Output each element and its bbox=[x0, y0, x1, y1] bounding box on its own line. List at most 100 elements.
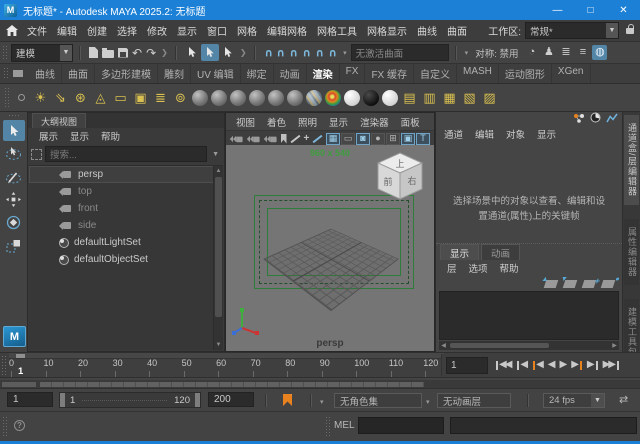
range-slider[interactable]: 1 120 bbox=[59, 392, 201, 408]
menu-item-1[interactable]: 文件 bbox=[22, 23, 52, 38]
outliner-item-persp[interactable]: persp bbox=[29, 166, 223, 183]
undo-icon[interactable]: ↶ bbox=[132, 46, 142, 60]
viewport-menu-5[interactable]: 渲染器 bbox=[354, 115, 395, 129]
dock-tab-1[interactable]: 通道盒/层编辑器 bbox=[624, 115, 639, 205]
menu-item-2[interactable]: 编辑 bbox=[52, 23, 82, 38]
shelf-tab-1[interactable]: 曲线 bbox=[29, 64, 62, 83]
maximize-button[interactable]: □ bbox=[574, 0, 607, 20]
active-surface-field[interactable]: 无激活曲面 bbox=[351, 44, 449, 61]
pan-zoom-icon[interactable]: + bbox=[304, 133, 310, 145]
snap-viewplane-icon[interactable]: ∪ bbox=[315, 47, 324, 58]
speed-graph-icon[interactable] bbox=[590, 110, 601, 128]
scrollbar-thumb[interactable] bbox=[215, 177, 222, 317]
prev-key-button[interactable]: ◀ bbox=[530, 360, 546, 370]
outliner-menu-1[interactable]: 展示 bbox=[33, 129, 64, 143]
menu-item-11[interactable]: 网格显示 bbox=[362, 23, 412, 38]
display-options-icon[interactable]: ≡ bbox=[575, 45, 590, 60]
shelf-tab-3[interactable]: 多边形建模 bbox=[95, 64, 158, 83]
menu-item-7[interactable]: 窗口 bbox=[202, 23, 232, 38]
lambert-icon[interactable] bbox=[249, 90, 265, 106]
viewport-menu-1[interactable]: 视图 bbox=[230, 115, 261, 129]
render-settings-icon[interactable]: ▤ bbox=[401, 91, 418, 104]
create-layer-from-selected-icon[interactable] bbox=[601, 280, 616, 288]
layer-list[interactable] bbox=[439, 291, 619, 340]
construction-history-icon[interactable]: ◔ bbox=[524, 45, 539, 60]
playback-loop-icon[interactable]: ⇄ bbox=[619, 395, 628, 406]
layer-menu-2[interactable]: 选项 bbox=[463, 261, 494, 275]
chevron-down-icon[interactable]: ▾ bbox=[320, 398, 324, 406]
shadows-toggle-icon[interactable]: ⊞ bbox=[386, 133, 400, 145]
select-camera-icon[interactable] bbox=[231, 134, 242, 144]
dock-tab-2[interactable]: 属性编辑器 bbox=[624, 219, 639, 285]
render-sequence-icon[interactable]: ▨ bbox=[481, 91, 498, 104]
scale-tool[interactable] bbox=[3, 235, 25, 256]
volume-light-icon[interactable]: ▣ bbox=[132, 91, 149, 104]
viewport-menu-4[interactable]: 显示 bbox=[323, 115, 354, 129]
chevron-down-icon[interactable]: ▼ bbox=[591, 394, 604, 407]
symmetry-label[interactable]: 对称: 禁用 bbox=[475, 46, 518, 60]
menu-item-13[interactable]: 曲面 bbox=[442, 23, 472, 38]
minimize-button[interactable]: — bbox=[541, 0, 574, 20]
new-scene-icon[interactable] bbox=[89, 47, 98, 58]
scroll-left-icon[interactable]: ◀ bbox=[439, 342, 448, 349]
expand-chevron-icon[interactable]: ❯ bbox=[240, 48, 247, 57]
snap-curve-icon[interactable]: ∪ bbox=[276, 47, 285, 58]
character-set-dropdown[interactable]: 无角色集 bbox=[334, 393, 422, 408]
camera-attributes-icon[interactable] bbox=[265, 134, 276, 144]
anisotropic-icon[interactable] bbox=[211, 90, 227, 106]
redo-icon[interactable]: ↷ bbox=[146, 46, 156, 60]
point-light-icon[interactable]: ⊛ bbox=[72, 91, 89, 104]
save-scene-icon[interactable] bbox=[118, 48, 128, 58]
layer-tab-2[interactable]: 动画 bbox=[481, 244, 520, 260]
use-background-icon[interactable] bbox=[363, 90, 379, 106]
move-tool[interactable] bbox=[3, 189, 25, 210]
shelf-tab-8[interactable]: 渲染 bbox=[307, 64, 340, 83]
drag-handle[interactable] bbox=[8, 114, 20, 118]
rotate-tool[interactable] bbox=[3, 212, 25, 233]
viewport-menu-2[interactable]: 着色 bbox=[261, 115, 292, 129]
layer-tab-1[interactable]: 显示 bbox=[440, 244, 479, 260]
scroll-up-icon[interactable]: ▲ bbox=[214, 166, 223, 176]
shelf-overflow-icon[interactable] bbox=[18, 94, 25, 101]
snap-center-icon[interactable]: ∪ bbox=[302, 47, 311, 58]
view-cube[interactable]: 上 前 右 bbox=[374, 151, 426, 210]
range-track[interactable] bbox=[82, 399, 167, 401]
range-bar-handle[interactable] bbox=[2, 382, 36, 387]
range-bar-track[interactable] bbox=[40, 382, 424, 387]
select-tool[interactable] bbox=[3, 120, 25, 141]
menu-item-4[interactable]: 选择 bbox=[112, 23, 142, 38]
create-empty-layer-icon[interactable] bbox=[582, 280, 597, 288]
chevron-down-icon[interactable]: ▼ bbox=[212, 151, 219, 158]
render-layers-icon[interactable]: ▥ bbox=[421, 91, 438, 104]
drag-handle[interactable] bbox=[3, 67, 8, 80]
drag-handle[interactable] bbox=[2, 416, 7, 437]
physical-light-icon[interactable]: ⊚ bbox=[172, 91, 189, 104]
step-back-button[interactable]: ◀ bbox=[514, 360, 530, 370]
chevron-down-icon[interactable]: ▾ bbox=[426, 398, 430, 406]
graph-editor-icon[interactable] bbox=[606, 110, 618, 128]
scroll-right-icon[interactable]: ▶ bbox=[610, 342, 619, 349]
viewcube-top-label[interactable]: 上 bbox=[395, 159, 404, 169]
mel-label[interactable]: MEL bbox=[334, 420, 355, 431]
menu-item-12[interactable]: 曲线 bbox=[412, 23, 442, 38]
channel-menu-3[interactable]: 对象 bbox=[500, 127, 531, 141]
phong-icon[interactable] bbox=[268, 90, 284, 106]
chevron-down-icon[interactable]: ▼ bbox=[60, 45, 72, 61]
close-button[interactable]: ✕ bbox=[607, 0, 640, 20]
shelf-tab-6[interactable]: 绑定 bbox=[241, 64, 274, 83]
drag-handle[interactable] bbox=[1, 355, 6, 375]
area-light-icon[interactable]: ▭ bbox=[112, 91, 129, 104]
menu-item-5[interactable]: 修改 bbox=[142, 23, 172, 38]
outliner-scrollbar[interactable]: ▲ ▼ bbox=[213, 166, 223, 350]
menu-item-9[interactable]: 编辑网格 bbox=[262, 23, 312, 38]
lock-icon[interactable] bbox=[626, 28, 634, 34]
phong-e-icon[interactable] bbox=[287, 90, 303, 106]
ipr-render-icon[interactable]: ▧ bbox=[461, 91, 478, 104]
outliner-item-side[interactable]: side bbox=[29, 217, 223, 234]
textured-toggle-icon[interactable]: ◙ bbox=[356, 133, 370, 145]
directional-light-icon[interactable]: ⇘ bbox=[52, 91, 69, 104]
drag-handle[interactable] bbox=[4, 87, 9, 108]
shelf-tab-10[interactable]: FX 缓存 bbox=[365, 64, 414, 83]
channel-menu-1[interactable]: 通道 bbox=[438, 127, 469, 141]
step-forward-button[interactable]: ▶ bbox=[585, 360, 601, 370]
